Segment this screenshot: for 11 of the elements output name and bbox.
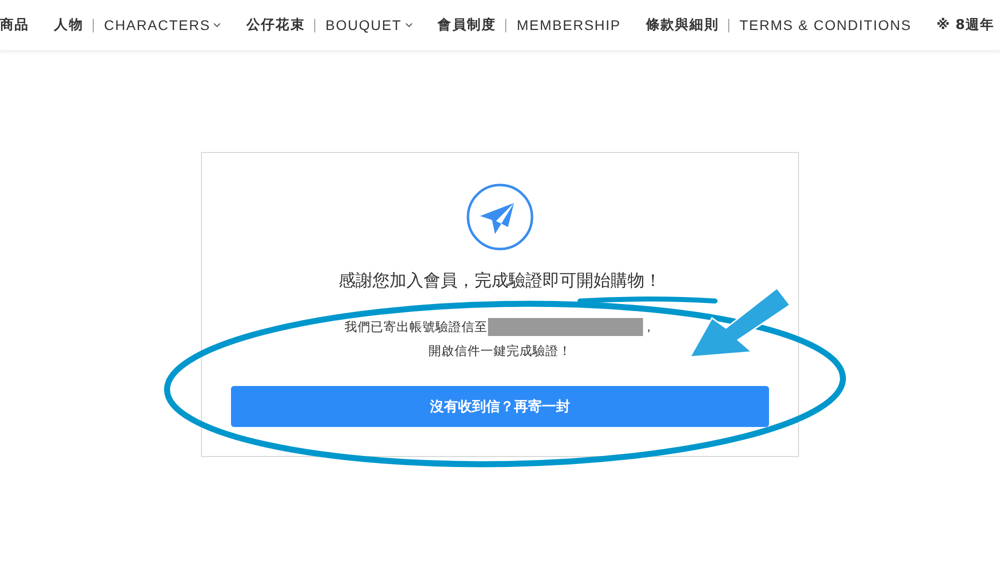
nav-link[interactable]: 條款與細則 ｜ TERMS & CONDITIONS	[646, 16, 912, 34]
instruction-text: 開啟信件一鍵完成驗證！	[428, 343, 572, 360]
nav-link[interactable]: ※ 8週年	[936, 16, 995, 34]
paper-plane-icon	[466, 183, 534, 251]
sent-text: 我們已寄出帳號驗證信至	[344, 318, 488, 336]
comma-text: ，	[642, 318, 656, 336]
thanks-title: 感謝您加入會員，完成驗證即可開始購物！	[338, 270, 662, 292]
nav-link[interactable]: 人物 ｜ CHARACTERS	[54, 16, 222, 34]
nav-link[interactable]: 會員制度 ｜ MEMBERSHIP	[438, 16, 621, 34]
nav-link[interactable]: 公仔花束 ｜ BOUQUET	[246, 16, 413, 34]
nav-link[interactable]: 商品	[0, 16, 30, 34]
